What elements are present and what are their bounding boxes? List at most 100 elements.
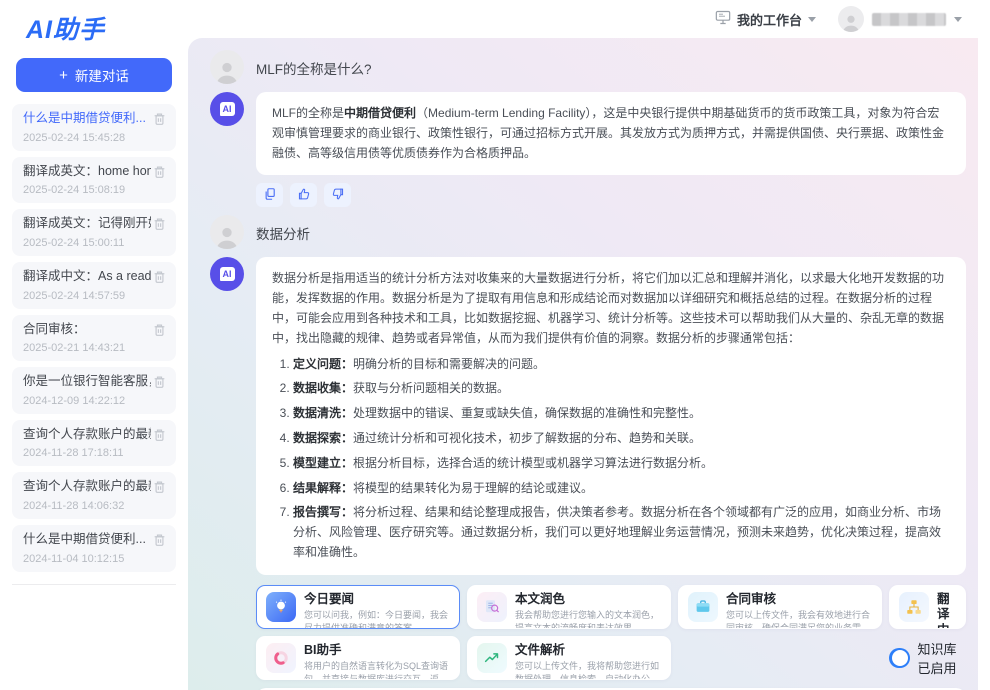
analysis-step: 报告撰写：将分析过程、结果和结论整理成报告，供决策者参考。数据分析在各个领域都有…	[293, 503, 950, 562]
step-text: 将分析过程、结果和结论整理成报告，供决策者参考。数据分析在各个领域都有广泛的应用…	[293, 505, 941, 559]
conversation-list: 什么是中期借贷便利... 2025-02-24 15:45:28 翻	[0, 104, 188, 572]
knowledge-base-toggle-group: 知识库已启用	[889, 639, 966, 677]
conversation-time: 2024-12-09 14:22:12	[23, 395, 151, 407]
card-file-parse[interactable]: 文件解析 您可以上传文件，我将帮助您进行如数据处理、信息检索、自动化办公等。	[467, 636, 671, 680]
delete-conversation-button[interactable]	[152, 427, 167, 443]
conversation-item[interactable]: 你是一位银行智能客服，... 2024-12-09 14:22:12	[12, 367, 176, 414]
analysis-step: 数据探索：通过统计分析和可视化技术，初步了解数据的分布、趋势和关联。	[293, 429, 950, 449]
card-text-polish[interactable]: 本文润色 我会帮助您进行您输入的文本润色，提高文本的流畅度和表达效果。	[467, 585, 671, 629]
delete-conversation-button[interactable]	[152, 111, 167, 127]
ai-message-row: AI 数据分析是指用适当的统计分析方法对收集来的大量数据进行分析，将它们加以汇总…	[210, 257, 966, 574]
thumbs-down-icon	[331, 187, 345, 204]
ai-message-text-bold: 中期借贷便利	[344, 106, 416, 120]
card-daily-news[interactable]: 今日要闻 您可以问我，例如：今日要闻，我会尽力提供准确和满意的答案。	[256, 585, 460, 629]
step-text: 根据分析目标，选择合适的统计模型或机器学习算法进行数据分析。	[353, 456, 713, 470]
app-window: AI助手 + 新建对话 什么是中期借贷便利... 2025-02-24 15:4…	[0, 0, 990, 690]
conversation-time: 2024-11-28 14:06:32	[23, 500, 151, 512]
step-text: 获取与分析问题相关的数据。	[353, 381, 509, 395]
card-desc: 您可以上传文件，我将帮助您进行如数据处理、信息检索、自动化办公等。	[515, 660, 661, 679]
user-name-masked	[872, 13, 946, 26]
user-menu[interactable]	[838, 6, 962, 32]
new-chat-button[interactable]: + 新建对话	[16, 58, 172, 92]
user-message-row: 数据分析	[210, 215, 966, 249]
trash-icon	[153, 535, 166, 550]
ai-avatar: AI	[210, 92, 244, 126]
conversation-item[interactable]: 什么是中期借贷便利... 2025-02-24 15:45:28	[12, 104, 176, 151]
toggle-knob	[892, 650, 908, 666]
delete-conversation-button[interactable]	[152, 532, 167, 548]
conversation-item[interactable]: 合同审核： 2025-02-21 14:43:21	[12, 315, 176, 362]
ai-message-bubble: MLF的全称是中期借贷便利（Medium-term Lending Facili…	[256, 92, 966, 175]
conversation-title: 什么是中期借贷便利...	[23, 532, 146, 548]
card-contract-review[interactable]: 合同审核 您可以上传文件，我会有效地进行合同审核，确保合同满足您的业务需求。	[678, 585, 882, 629]
sidebar: AI助手 + 新建对话 什么是中期借贷便利... 2025-02-24 15:4…	[0, 0, 188, 690]
knowledge-base-label: 知识库已启用	[918, 639, 962, 677]
conversation-item[interactable]: 查询个人存款账户的最新... 2024-11-28 14:06:32	[12, 472, 176, 519]
conversation-item[interactable]: 翻译成英文：home home 2025-02-24 15:08:19	[12, 157, 176, 204]
delete-conversation-button[interactable]	[152, 164, 167, 180]
app-logo: AI助手	[0, 6, 188, 56]
conversation-time: 2024-11-28 17:18:11	[23, 447, 151, 459]
ai-message-bubble: 数据分析是指用适当的统计分析方法对收集来的大量数据进行分析，将它们加以汇总和理解…	[256, 257, 966, 574]
card-bi-assistant[interactable]: BI助手 将用户的自然语言转化为SQL查询语句，并直接与数据库进行交互，返回智能…	[256, 636, 460, 680]
conversation-title: 翻译成英文：记得刚开始...	[23, 216, 151, 232]
step-label: 结果解释：	[293, 481, 353, 495]
sitemap-icon	[899, 592, 929, 622]
conversation-title: 翻译成中文：As a reader...	[23, 269, 151, 285]
trash-icon	[153, 114, 166, 129]
trash-icon	[153, 377, 166, 392]
conversation-time: 2025-02-21 14:43:21	[23, 342, 125, 354]
card-title: 本文润色	[515, 592, 661, 608]
conversation-item[interactable]: 翻译成英文：记得刚开始... 2025-02-24 15:00:11	[12, 209, 176, 256]
thumbs-down-button[interactable]	[324, 183, 351, 207]
workspace-label: 我的工作台	[737, 10, 802, 29]
step-text: 明确分析的目标和需要解决的问题。	[353, 357, 545, 371]
user-avatar	[838, 6, 864, 32]
monitor-icon	[715, 10, 731, 28]
card-translate[interactable]: 翻译中英文 我会旨在保留原始信息的含义、语气和风格，以确保翻译的准确性和自然流畅…	[889, 585, 966, 629]
step-label: 数据探索：	[293, 431, 353, 445]
delete-conversation-button[interactable]	[152, 479, 167, 495]
conversation-title: 查询个人存款账户的最新...	[23, 479, 151, 495]
conversation-title: 合同审核：	[23, 322, 125, 338]
trash-icon	[153, 219, 166, 234]
ai-message-text-prefix: MLF的全称是	[272, 106, 344, 120]
thumbs-up-button[interactable]	[290, 183, 317, 207]
conversation-item[interactable]: 翻译成中文：As a reader... 2025-02-24 14:57:59	[12, 262, 176, 309]
step-text: 通过统计分析和可视化技术，初步了解数据的分布、趋势和关联。	[353, 431, 701, 445]
conversation-item[interactable]: 查询个人存款账户的最新... 2024-11-28 17:18:11	[12, 420, 176, 467]
step-label: 定义问题：	[293, 357, 353, 371]
pie-chart-icon	[266, 643, 296, 673]
delete-conversation-button[interactable]	[152, 269, 167, 285]
conversation-time: 2024-11-04 10:12:15	[23, 553, 146, 565]
ai-avatar-label: AI	[220, 267, 235, 281]
card-desc: 您可以上传文件，我会有效地进行合同审核，确保合同满足您的业务需求。	[726, 609, 872, 628]
plus-icon: +	[59, 67, 68, 84]
conversation-title: 查询个人存款账户的最新...	[23, 427, 151, 443]
conversation-time: 2025-02-24 15:45:28	[23, 132, 146, 144]
copy-button[interactable]	[256, 183, 283, 207]
delete-conversation-button[interactable]	[152, 374, 167, 390]
delete-conversation-button[interactable]	[152, 322, 167, 338]
analysis-step: 结果解释：将模型的结果转化为易于理解的结论或建议。	[293, 479, 950, 499]
knowledge-base-toggle[interactable]	[889, 648, 910, 668]
chevron-down-icon	[954, 17, 962, 22]
step-text: 将模型的结果转化为易于理解的结论或建议。	[353, 481, 593, 495]
conversation-title: 你是一位银行智能客服，...	[23, 374, 151, 390]
analysis-step: 数据清洗：处理数据中的错误、重复或缺失值，确保数据的准确性和完整性。	[293, 404, 950, 424]
card-desc: 将用户的自然语言转化为SQL查询语句，并直接与数据库进行交互，返回智能推荐的图表…	[304, 660, 450, 679]
conversation-item[interactable]: 什么是中期借贷便利... 2024-11-04 10:12:15	[12, 525, 176, 572]
conversation-time: 2025-02-24 14:57:59	[23, 290, 151, 302]
analysis-step: 数据收集：获取与分析问题相关的数据。	[293, 379, 950, 399]
step-label: 数据收集：	[293, 381, 353, 395]
step-text: 处理数据中的错误、重复或缺失值，确保数据的准确性和完整性。	[353, 406, 701, 420]
trash-icon	[153, 430, 166, 445]
card-title: 合同审核	[726, 592, 872, 608]
chevron-down-icon	[808, 17, 816, 22]
conversation-title: 什么是中期借贷便利...	[23, 111, 146, 127]
list-end-divider	[12, 584, 176, 585]
message-actions	[256, 183, 966, 207]
delete-conversation-button[interactable]	[152, 216, 167, 232]
card-title: 翻译中英文	[937, 592, 956, 629]
workspace-menu[interactable]: 我的工作台	[715, 10, 816, 29]
